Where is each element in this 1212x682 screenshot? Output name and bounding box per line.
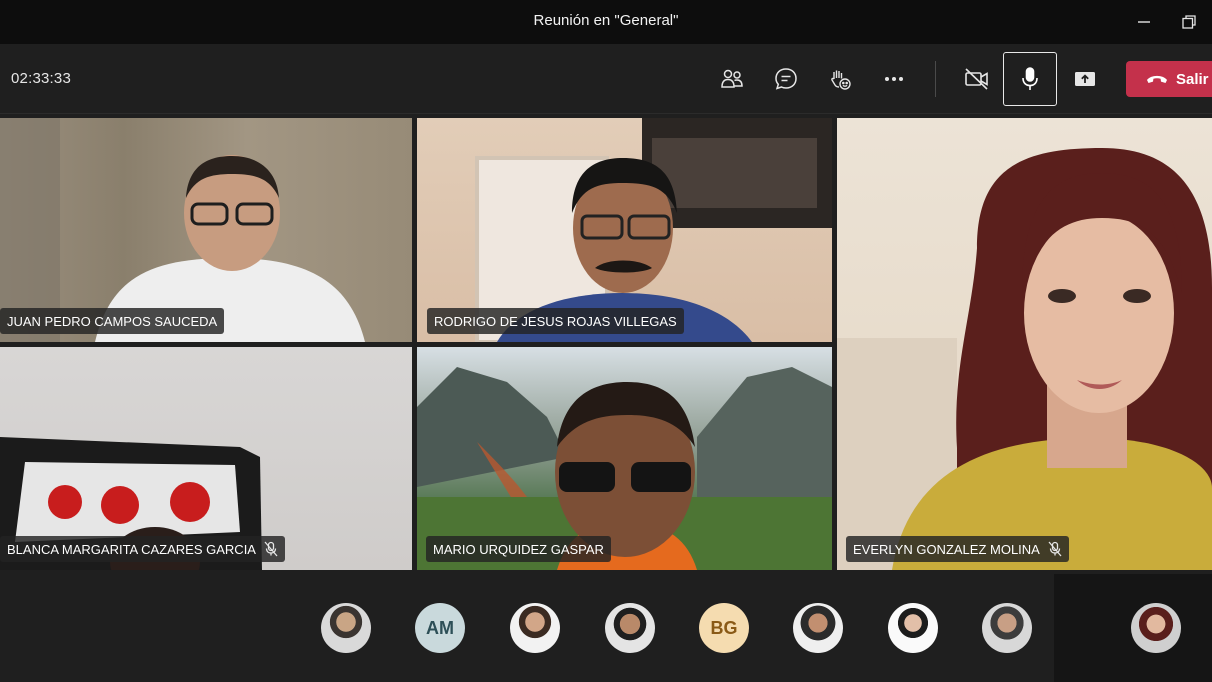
participant-name-label: BLANCA MARGARITA CAZARES GARCIA <box>0 536 285 562</box>
raise-hand-button[interactable] <box>817 56 863 102</box>
meeting-toolbar: 02:33:33 Salir <box>0 44 1212 114</box>
leave-label: Salir <box>1176 70 1209 88</box>
camera-off-icon <box>965 68 988 90</box>
restore-icon <box>1182 15 1196 29</box>
participant-avatar[interactable] <box>793 603 843 653</box>
participant-video <box>837 148 1212 570</box>
microphone-icon <box>1022 67 1038 90</box>
participant-avatar[interactable] <box>510 603 560 653</box>
avatar-initials: BG <box>710 617 738 638</box>
window-title: Reunión en "General" <box>533 12 679 29</box>
show-chat-button[interactable] <box>763 56 809 102</box>
self-avatar[interactable] <box>1131 603 1181 653</box>
mic-off-icon <box>264 541 278 557</box>
participant-name-label: RODRIGO DE JESUS ROJAS VILLEGAS <box>427 308 684 334</box>
participant-avatar[interactable] <box>605 603 655 653</box>
toolbar-divider <box>935 61 936 97</box>
title-bar: Reunión en "General" <box>0 0 1212 44</box>
participant-name-label: MARIO URQUIDEZ GASPAR <box>426 536 611 562</box>
meeting-timer: 02:33:33 <box>11 70 71 87</box>
share-screen-button[interactable] <box>1062 56 1108 102</box>
chat-icon <box>775 68 797 90</box>
participant-avatar[interactable] <box>888 603 938 653</box>
minimize-icon <box>1138 21 1150 23</box>
microphone-toggle-button[interactable] <box>1003 52 1057 106</box>
participant-name: JUAN PEDRO CAMPOS SAUCEDA <box>7 313 218 329</box>
video-tile[interactable]: BLANCA MARGARITA CAZARES GARCIA <box>0 347 412 570</box>
participant-name: RODRIGO DE JESUS ROJAS VILLEGAS <box>434 313 677 329</box>
more-icon <box>885 77 903 81</box>
restore-button[interactable] <box>1175 8 1203 36</box>
people-icon <box>721 69 743 88</box>
participant-name: EVERLYN GONZALEZ MOLINA <box>853 541 1040 557</box>
participant-avatar[interactable]: AM <box>415 603 465 653</box>
participant-avatar[interactable]: BG <box>699 603 749 653</box>
raise-hand-icon <box>831 70 851 90</box>
more-actions-button[interactable] <box>871 56 917 102</box>
phone-hangup-icon <box>1147 75 1167 83</box>
participant-name-label: JUAN PEDRO CAMPOS SAUCEDA <box>0 308 225 334</box>
participant-name: MARIO URQUIDEZ GASPAR <box>433 541 604 557</box>
participant-avatar[interactable] <box>321 603 371 653</box>
participant-avatar[interactable] <box>982 603 1032 653</box>
share-screen-icon <box>1075 72 1095 86</box>
video-tile[interactable]: EVERLYN GONZALEZ MOLINA <box>837 118 1212 570</box>
avatar-initials: AM <box>426 617 454 638</box>
participant-name-label: EVERLYN GONZALEZ MOLINA <box>846 536 1069 562</box>
show-participants-button[interactable] <box>709 56 755 102</box>
participant-name: BLANCA MARGARITA CAZARES GARCIA <box>7 541 256 557</box>
video-tile[interactable]: RODRIGO DE JESUS ROJAS VILLEGAS <box>417 118 832 342</box>
camera-toggle-button[interactable] <box>954 56 1000 102</box>
minimize-button[interactable] <box>1130 8 1158 36</box>
video-tile[interactable]: JUAN PEDRO CAMPOS SAUCEDA <box>0 118 412 342</box>
video-tile[interactable]: MARIO URQUIDEZ GASPAR <box>417 347 832 570</box>
leave-meeting-button[interactable]: Salir <box>1126 61 1212 97</box>
mic-off-icon <box>1048 541 1062 557</box>
